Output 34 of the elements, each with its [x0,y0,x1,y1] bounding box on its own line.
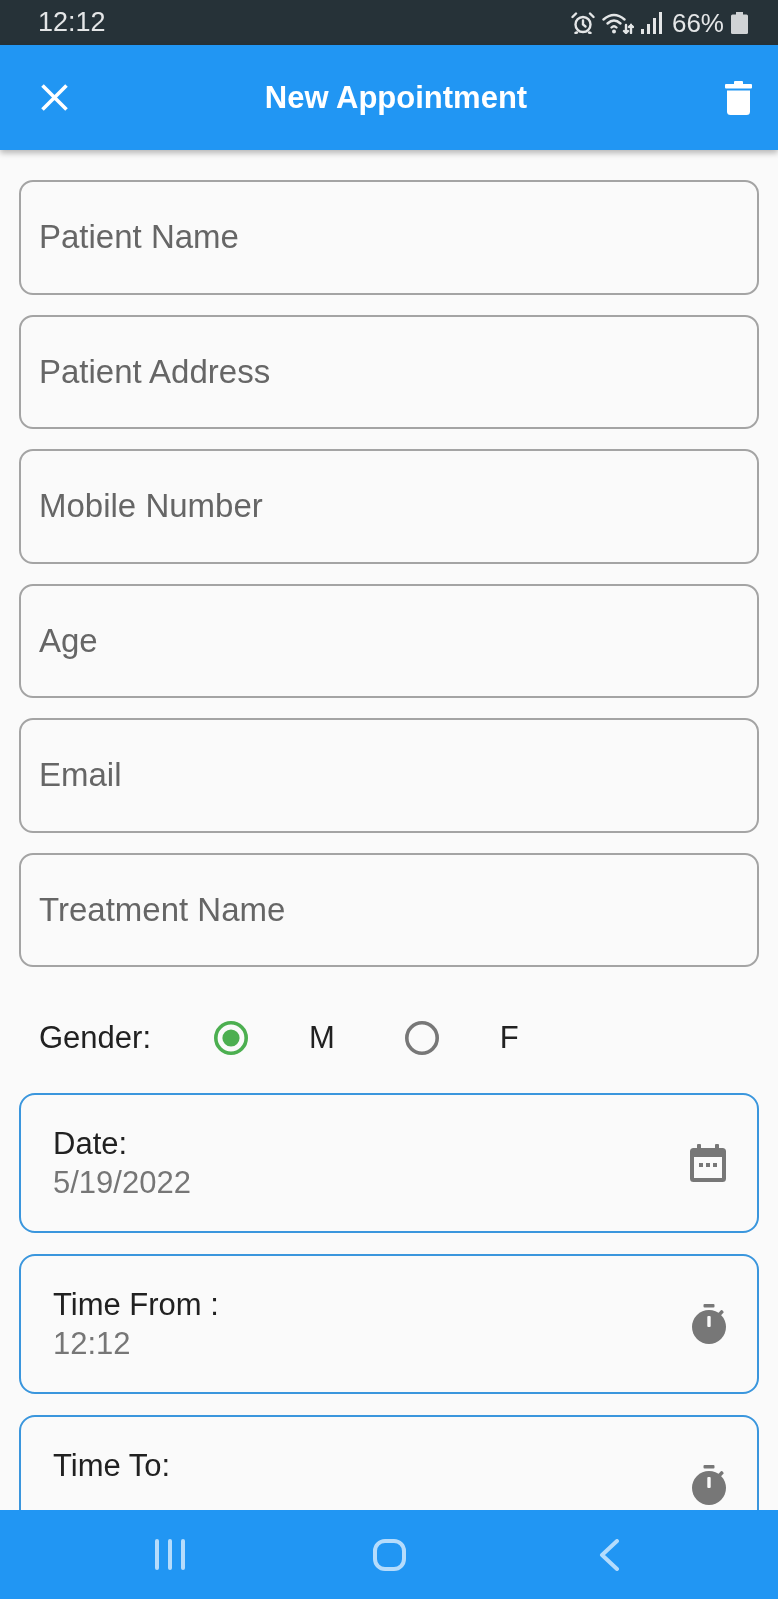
calendar-icon [690,1144,726,1182]
text-input-field[interactable]: Treatment Name [19,852,759,967]
picker-label: Time From : [53,1286,219,1324]
trash-icon [724,80,752,115]
option-label[interactable]: F [499,1019,519,1057]
picker-label: Time To: [53,1447,171,1485]
text-input-field[interactable]: Patient Name [19,180,759,295]
date-picker-field[interactable]: Date: 5/19/2022 [19,1093,759,1233]
picker-value: 5/19/2022 [53,1164,191,1202]
home-icon[interactable] [373,1538,406,1571]
radio-button[interactable] [404,1021,439,1055]
picker-value: 12:12 [53,1325,131,1363]
back-icon[interactable] [599,1538,619,1571]
picker-label: Date: [53,1125,128,1163]
stopwatch-icon [692,1304,726,1344]
signal-icon [640,11,662,34]
text-input-field[interactable]: Patient Address [19,314,759,429]
time-picker-field[interactable]: Time To: [19,1415,759,1510]
text-input-field[interactable]: Mobile Number [19,449,759,564]
recent-apps-icon[interactable] [155,1539,185,1570]
radio-button[interactable] [214,1021,248,1055]
wifi-icon [601,11,634,34]
option-label[interactable]: M [309,1019,335,1057]
time-picker-field[interactable]: Time From : 12:12 [19,1254,759,1394]
status-time: 12:12 [38,9,106,36]
close-icon [40,84,68,111]
gender-label: Gender: [38,1019,152,1057]
alarm-icon [570,11,595,34]
text-input-field[interactable]: Email [19,718,759,833]
battery-icon [731,11,748,34]
screen-title: New Appointment [264,78,528,117]
stopwatch-icon [692,1465,726,1505]
battery-percent: 66% [671,9,724,36]
text-input-field[interactable]: Age [19,583,759,698]
